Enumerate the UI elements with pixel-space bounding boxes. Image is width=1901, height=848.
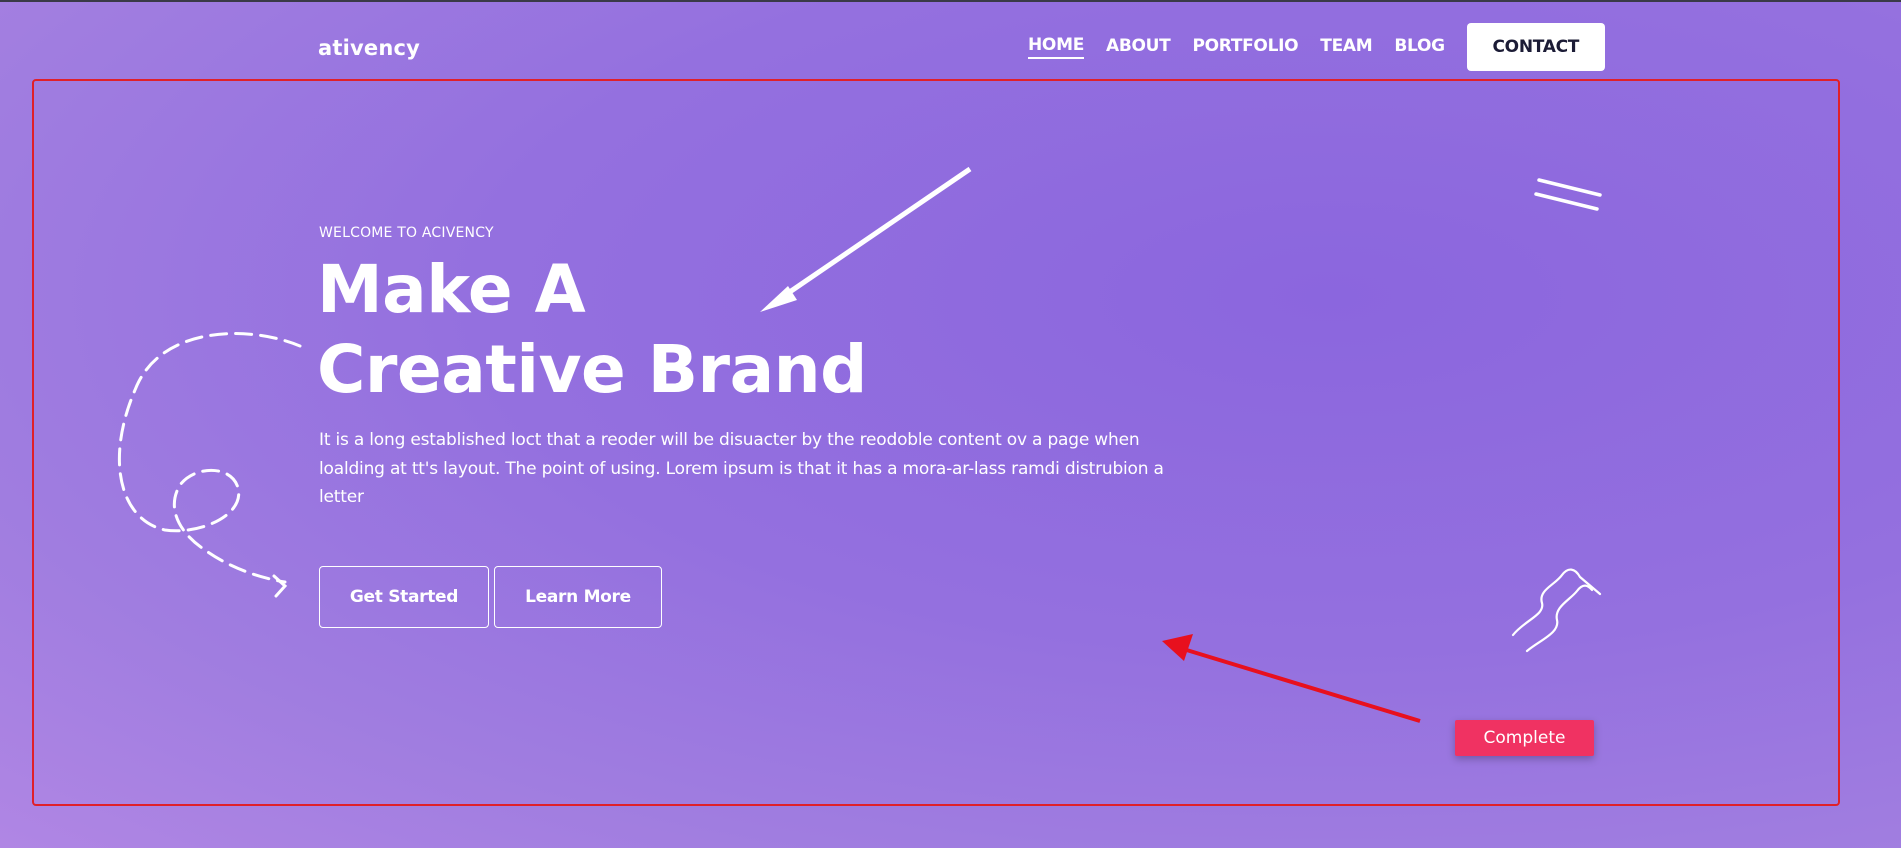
- double-line-icon: [1534, 178, 1602, 211]
- red-arrow-icon: [1162, 634, 1421, 723]
- swirl-chevron-icon: [272, 574, 288, 598]
- squiggle-icon: [1511, 568, 1602, 653]
- complete-button[interactable]: Complete: [1455, 720, 1594, 756]
- white-arrow-icon: [760, 166, 972, 312]
- decorations-layer: [117, 166, 1602, 723]
- dashed-swirl-icon: [117, 332, 302, 584]
